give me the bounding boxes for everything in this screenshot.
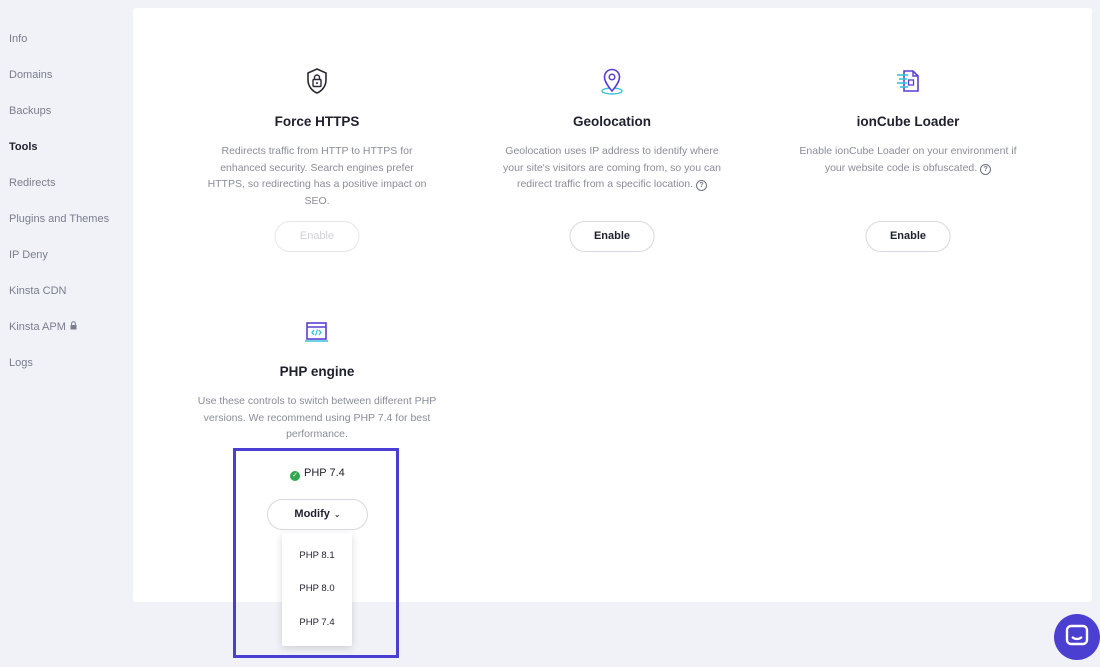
sidebar-item-tools[interactable]: Tools [9,141,38,153]
php-option-7-4[interactable]: PHP 7.4 [282,606,352,639]
php-option-8-0[interactable]: PHP 8.0 [282,572,352,605]
location-pin-icon [597,66,627,96]
check-circle-icon: ✓ [290,471,300,481]
tool-description: Geolocation uses IP address to identify … [494,143,730,193]
code-window-icon [302,316,332,346]
sidebar-item-redirects[interactable]: Redirects [9,177,55,189]
help-icon[interactable]: ? [980,163,992,175]
tool-geolocation: Geolocation Geolocation uses IP address … [482,0,742,260]
tool-description: Enable ionCube Loader on your environmen… [792,143,1024,176]
php-option-8-1[interactable]: PHP 8.1 [282,539,352,572]
tool-title: PHP engine [279,364,355,379]
cube-document-icon [893,66,923,96]
php-version-status: ✓ PHP 7.4 [290,467,345,481]
tool-description-text: Geolocation uses IP address to identify … [503,145,721,190]
sidebar-item-label: Kinsta APM [9,321,66,333]
tool-force-https: Force HTTPS Redirects traffic from HTTP … [187,0,447,260]
sidebar-item-kinsta-apm[interactable]: Kinsta APM [9,321,77,333]
php-version-dropdown: PHP 8.1 PHP 8.0 PHP 7.4 [282,533,352,646]
ioncube-enable-button[interactable]: Enable [865,221,951,252]
tool-ioncube-loader: ionCube Loader Enable ionCube Loader on … [778,0,1038,260]
chat-bubble-icon [1065,624,1089,646]
tool-title: Geolocation [572,114,651,129]
tool-title: Force HTTPS [274,114,360,129]
lock-icon [70,321,77,332]
sidebar-item-info[interactable]: Info [9,33,27,45]
sidebar-item-logs[interactable]: Logs [9,357,33,369]
chat-button[interactable] [1054,614,1100,660]
sidebar-item-ip-deny[interactable]: IP Deny [9,249,48,261]
sidebar-item-plugins-and-themes[interactable]: Plugins and Themes [9,213,109,225]
help-icon[interactable]: ? [696,180,708,191]
sidebar: Info Domains Backups Tools Redirects Plu… [0,0,130,667]
shield-lock-icon [302,66,332,96]
sidebar-item-domains[interactable]: Domains [9,69,52,81]
modify-php-button[interactable]: Modify ⌄ [267,499,368,530]
geolocation-enable-button[interactable]: Enable [569,221,655,252]
sidebar-item-kinsta-cdn[interactable]: Kinsta CDN [9,285,66,297]
modify-label: Modify [294,508,330,520]
php-current-version: PHP 7.4 [304,467,345,479]
tool-title: ionCube Loader [856,114,960,129]
sidebar-item-backups[interactable]: Backups [9,105,51,117]
tool-description: Redirects traffic from HTTP to HTTPS for… [207,145,427,207]
force-https-enable-button[interactable]: Enable [274,221,360,252]
tool-php-engine: PHP engine Use these controls to switch … [187,250,447,450]
tool-description: Use these controls to switch between dif… [197,395,437,440]
chevron-down-icon: ⌄ [333,510,341,519]
